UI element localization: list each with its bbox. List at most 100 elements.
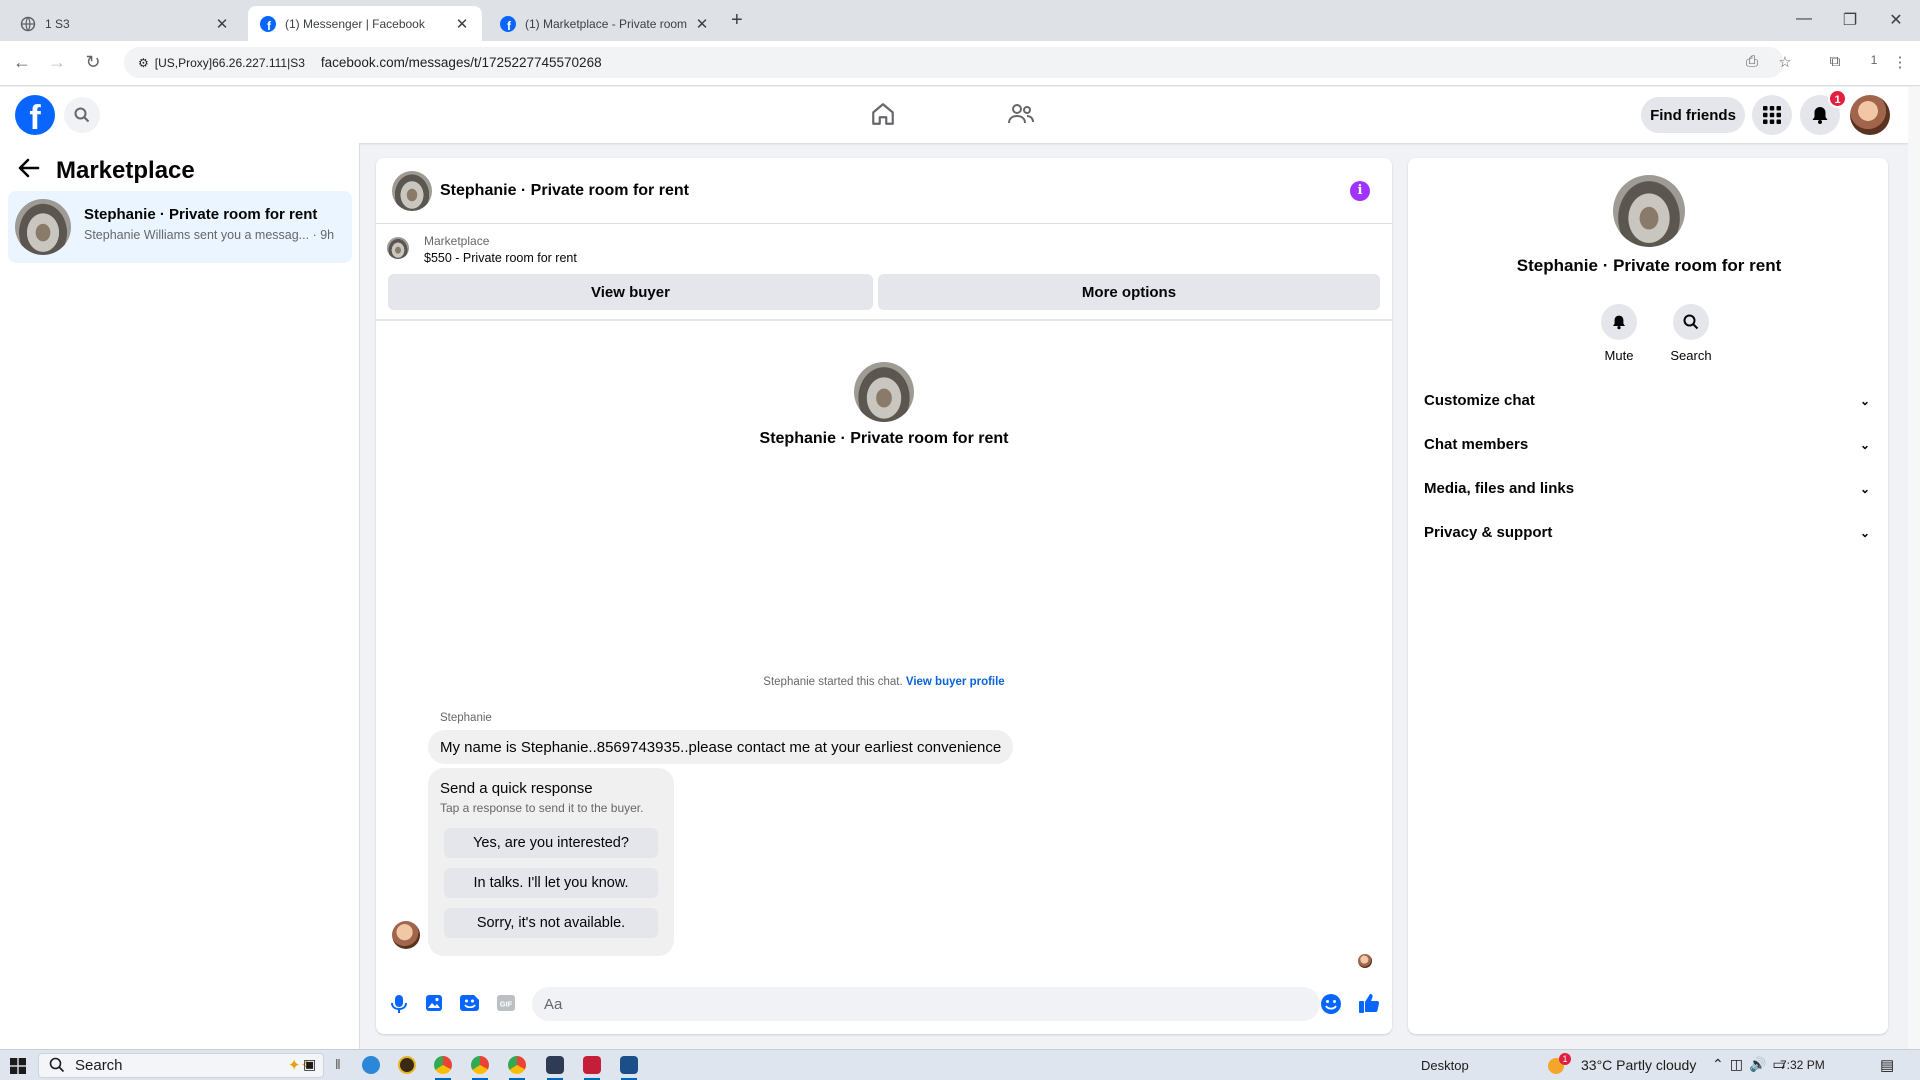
conversation-name: Stephanie · Private room for rent [84,206,318,223]
minimize-icon[interactable]: — [1792,10,1816,28]
profile-count[interactable]: 1 [1864,53,1884,67]
notification-center-icon[interactable]: ▤ [1880,1056,1894,1074]
microphone-icon [391,995,407,1013]
taskbar-search-box[interactable]: Search ✦✧ [38,1053,324,1078]
page-scrollbar[interactable] [1908,87,1920,1049]
quick-response-subtitle: Tap a response to send it to the buyer. [440,801,644,815]
tab-title: 1 S3 [45,16,70,31]
facebook-header: f Find friends 1 [0,87,1908,143]
site-info-label: [US,Proxy]66.26.227.111|S3 [154,55,305,70]
app-icon[interactable] [398,1056,416,1074]
chat-started-notice: Stephanie started this chat. View buyer … [376,676,1392,688]
privacy-support-section[interactable]: Privacy & support ⌄ [1424,524,1870,541]
quick-response-option[interactable]: In talks. I'll let you know. [444,868,658,898]
chrome-icon[interactable] [508,1056,526,1074]
chat-details-panel: Stephanie · Private room for rent Mute S… [1408,158,1888,1034]
chat-title[interactable]: Stephanie · Private room for rent [440,182,689,200]
tune-icon: ⚙ [138,55,149,70]
chrome-icon[interactable] [434,1056,452,1074]
forward-icon[interactable]: → [46,52,68,73]
reload-icon[interactable]: ↻ [82,52,104,73]
find-friends-button[interactable]: Find friends [1641,97,1745,133]
tab-search-icon[interactable]: ⧉ [1825,53,1845,70]
chat-avatar[interactable] [392,171,432,211]
like-button[interactable] [1358,992,1380,1014]
clock[interactable]: 7:32 PM [1780,1058,1825,1072]
bookmark-star-icon[interactable]: ☆ [1775,53,1795,71]
facebook-favicon-icon: f [260,15,276,32]
close-tab-icon[interactable]: ✕ [214,15,230,33]
section-label: Privacy & support [1424,524,1553,541]
desktop-toolbar-label[interactable]: Desktop [1421,1058,1469,1073]
message-input[interactable]: Aa [532,987,1320,1021]
taskbar-search-label: Search [75,1057,123,1074]
sender-avatar [392,921,420,949]
view-buyer-button[interactable]: View buyer [388,274,873,310]
mute-label: Mute [1604,348,1634,363]
windows-start-icon[interactable] [10,1058,26,1074]
sticker-button[interactable] [460,994,480,1012]
message-bubble[interactable]: My name is Stephanie..8569743935..please… [428,730,1014,764]
weather-text[interactable]: 33°C Partly cloudy [1581,1057,1696,1073]
more-options-button[interactable]: More options [878,274,1380,310]
listing-title[interactable]: $550 - Private room for rent [424,251,577,265]
details-name: Stephanie · Private room for rent [1516,256,1782,275]
account-avatar[interactable] [1850,95,1890,135]
browser-tab-s3[interactable]: 1 S3 ✕ [8,6,242,41]
app-icon[interactable] [620,1056,638,1074]
quick-response-option[interactable]: Yes, are you interested? [444,828,658,858]
details-avatar [1613,175,1685,247]
chevron-down-icon: ⌄ [1859,394,1870,408]
back-icon[interactable]: ← [11,52,33,73]
emoji-button[interactable] [1320,993,1342,1015]
info-icon[interactable]: i [1350,181,1370,201]
customize-chat-section[interactable]: Customize chat ⌄ [1424,392,1870,409]
quick-response-option[interactable]: Sorry, it's not available. [444,908,658,938]
listing-thumbnail[interactable] [387,237,409,259]
app-icon[interactable] [546,1056,564,1074]
friends-nav[interactable] [1007,101,1035,127]
search-icon [74,107,90,123]
facebook-logo[interactable]: f [15,95,55,135]
site-info-chip[interactable]: ⚙ [US,Proxy]66.26.227.111|S3 [130,53,313,73]
voice-clip-button[interactable] [390,994,408,1014]
media-files-links-section[interactable]: Media, files and links ⌄ [1424,480,1870,497]
quick-response-title: Send a quick response [440,780,593,797]
close-tab-icon[interactable]: ✕ [454,15,470,33]
mute-action[interactable]: Mute [1589,304,1649,363]
grid-menu-icon [1763,106,1781,124]
menu-dots-icon[interactable]: ⋮ [1890,53,1910,71]
chevron-down-icon: ⌄ [1859,438,1870,452]
search-button[interactable] [64,97,100,133]
chat-intro-avatar [854,362,914,422]
menu-button[interactable] [1752,95,1792,135]
windows-taskbar: Search ✦✧ ▣ ‖ Desktop 1 33°C Partly clou… [0,1049,1920,1080]
gif-button[interactable]: GIF [496,994,516,1012]
browser-tab-marketplace[interactable]: f (1) Marketplace - Private room ✕ [488,6,722,41]
conversation-list-item[interactable]: Stephanie · Private room for rent Stepha… [8,191,352,263]
browser-tab-messenger[interactable]: f (1) Messenger | Facebook ✕ [248,6,482,41]
back-button[interactable] [18,158,40,178]
install-icon[interactable]: ⎙ [1742,53,1762,70]
app-icon[interactable] [362,1056,380,1074]
facebook-favicon-icon: f [500,15,516,32]
view-buyer-profile-link[interactable]: View buyer profile [906,676,1005,688]
url-text[interactable]: facebook.com/messages/t/1725227745570268 [321,55,602,70]
home-nav[interactable] [870,101,896,127]
app-icon[interactable] [583,1056,601,1074]
chat-members-section[interactable]: Chat members ⌄ [1424,436,1870,453]
attach-photo-button[interactable] [425,994,443,1012]
chrome-icon[interactable] [471,1056,489,1074]
close-window-icon[interactable]: ✕ [1884,10,1908,30]
search-icon [1683,314,1699,330]
task-view-icon[interactable]: ▣ [303,1056,316,1073]
started-text: Stephanie started this chat. [763,676,903,688]
search-action[interactable]: Search [1661,304,1721,363]
notification-badge: 1 [1828,89,1847,108]
svg-text:GIF: GIF [500,1000,513,1009]
close-tab-icon[interactable]: ✕ [694,15,710,33]
restore-icon[interactable]: ❐ [1838,10,1862,30]
emoji-icon [1321,994,1341,1014]
new-tab-icon[interactable]: + [731,9,743,32]
address-bar[interactable]: ⚙ [US,Proxy]66.26.227.111|S3 facebook.co… [124,47,1784,78]
